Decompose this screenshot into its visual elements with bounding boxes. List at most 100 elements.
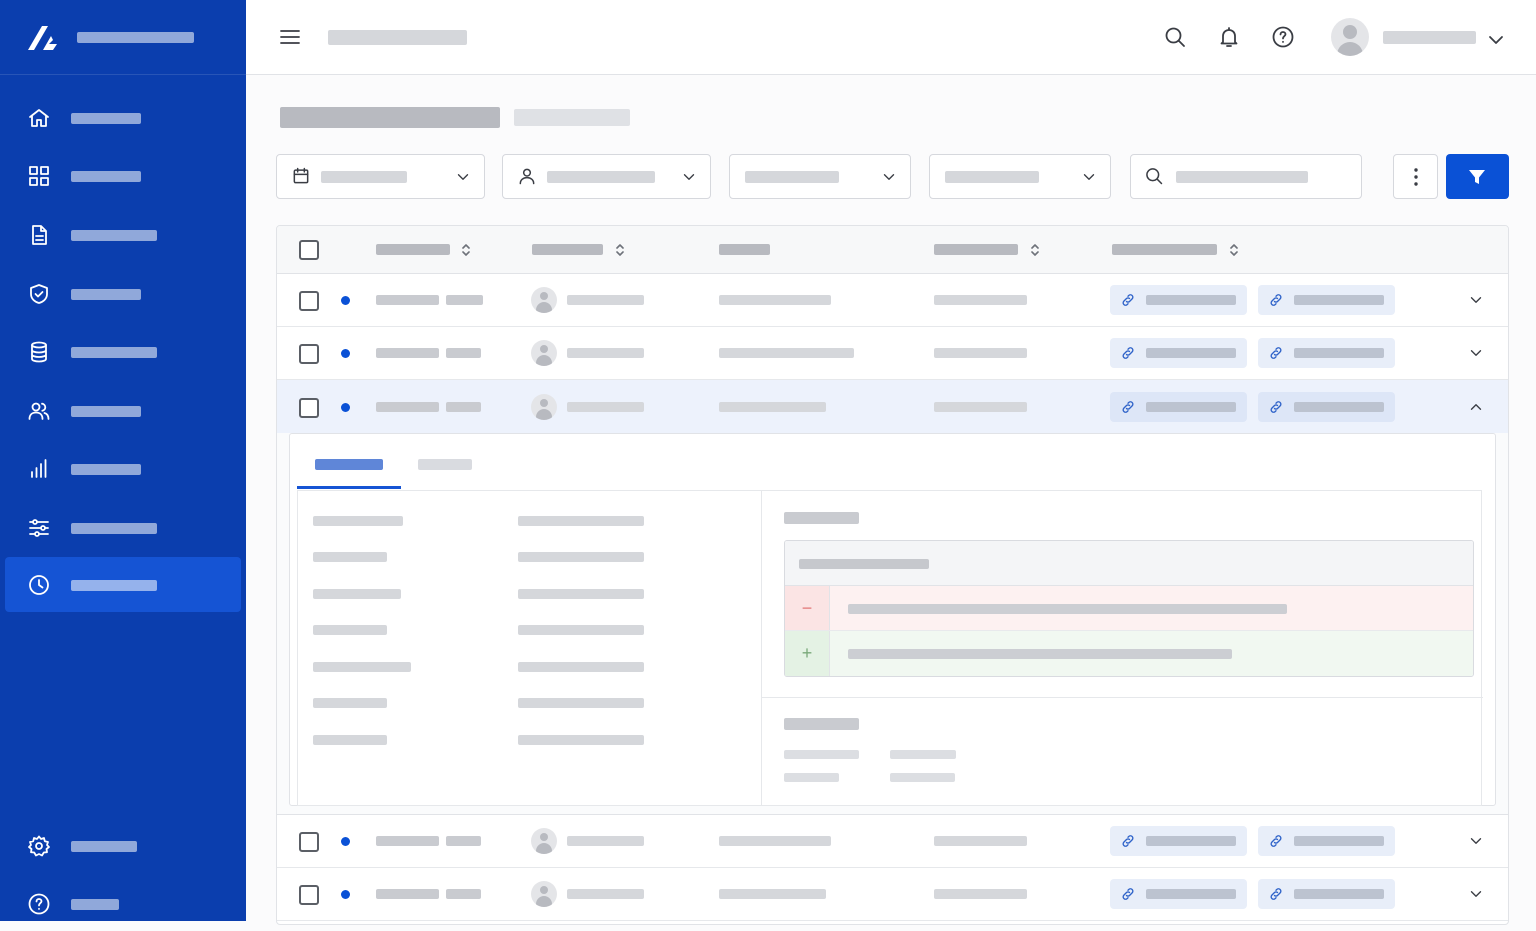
cell-placeholder bbox=[934, 889, 1027, 899]
status-filter-select[interactable] bbox=[929, 154, 1111, 199]
chevron-down-icon bbox=[680, 168, 698, 186]
detail-value bbox=[518, 589, 644, 599]
type-filter-select[interactable] bbox=[729, 154, 911, 199]
filter-icon bbox=[1467, 167, 1487, 187]
sidebar-item-dashboard[interactable] bbox=[5, 148, 241, 203]
link-icon bbox=[1119, 291, 1137, 309]
chevron-down-icon[interactable] bbox=[1484, 28, 1503, 46]
sidebar-item-settings-filters[interactable] bbox=[5, 500, 241, 555]
link-icon bbox=[1267, 398, 1285, 416]
table-row[interactable] bbox=[277, 327, 1508, 380]
avatar bbox=[531, 394, 557, 420]
sidebar-item-label bbox=[71, 464, 141, 475]
row-checkbox[interactable] bbox=[299, 344, 319, 364]
tab-secondary[interactable] bbox=[418, 459, 472, 470]
table-row-expanded[interactable] bbox=[277, 380, 1508, 433]
filter-button[interactable] bbox=[1446, 154, 1509, 199]
column-header[interactable] bbox=[934, 244, 1018, 255]
column-header[interactable] bbox=[376, 244, 450, 255]
sort-icon[interactable] bbox=[1030, 242, 1040, 258]
date-filter-select[interactable] bbox=[276, 154, 485, 199]
search-icon[interactable] bbox=[1163, 25, 1187, 49]
link-chip[interactable] bbox=[1110, 285, 1247, 315]
users-icon bbox=[27, 399, 51, 423]
chevron-down-icon[interactable] bbox=[1467, 832, 1485, 850]
select-all-checkbox[interactable] bbox=[299, 240, 319, 260]
cell-placeholder bbox=[446, 836, 481, 846]
help-circle-icon[interactable] bbox=[1271, 25, 1295, 49]
row-checkbox[interactable] bbox=[299, 291, 319, 311]
avatar bbox=[531, 828, 557, 854]
chevron-down-icon[interactable] bbox=[1467, 291, 1485, 309]
cell-placeholder bbox=[719, 836, 831, 846]
cell-placeholder bbox=[567, 348, 644, 358]
link-chip[interactable] bbox=[1258, 826, 1395, 856]
column-header[interactable] bbox=[532, 244, 603, 255]
detail-content: − + bbox=[297, 490, 1483, 806]
link-chip[interactable] bbox=[1258, 338, 1395, 368]
cell-placeholder bbox=[376, 348, 439, 358]
select-placeholder bbox=[321, 171, 407, 183]
table-row[interactable] bbox=[277, 868, 1508, 921]
link-chip[interactable] bbox=[1258, 392, 1395, 422]
section-heading bbox=[784, 512, 859, 524]
sidebar-item-label bbox=[71, 289, 141, 300]
section-heading bbox=[784, 718, 859, 730]
menu-icon[interactable] bbox=[278, 25, 302, 49]
diff-line-placeholder bbox=[848, 649, 1232, 659]
sidebar-item-history[interactable] bbox=[5, 557, 241, 612]
sidebar-item-help[interactable] bbox=[5, 876, 241, 931]
sidebar-item-label bbox=[71, 113, 141, 124]
chevron-down-icon[interactable] bbox=[1467, 885, 1485, 903]
column-header[interactable] bbox=[1112, 244, 1217, 255]
sidebar-item-users[interactable] bbox=[5, 383, 241, 438]
chevron-up-icon[interactable] bbox=[1467, 398, 1485, 416]
search-input[interactable] bbox=[1130, 154, 1362, 199]
table-row[interactable] bbox=[277, 274, 1508, 327]
detail-value bbox=[518, 698, 644, 708]
more-options-button[interactable] bbox=[1393, 154, 1438, 199]
sidebar-item-label bbox=[71, 580, 157, 591]
sidebar-item-analytics[interactable] bbox=[5, 441, 241, 496]
meta-value bbox=[890, 773, 955, 782]
bar-chart-icon bbox=[27, 457, 51, 481]
link-chip[interactable] bbox=[1110, 879, 1247, 909]
clock-icon bbox=[27, 573, 51, 597]
link-chip[interactable] bbox=[1110, 338, 1247, 368]
avatar[interactable] bbox=[1331, 18, 1369, 56]
help-circle-icon bbox=[27, 892, 51, 916]
row-checkbox[interactable] bbox=[299, 398, 319, 418]
diff-view: − + bbox=[784, 540, 1474, 677]
sidebar-item-label bbox=[71, 899, 119, 910]
link-chip[interactable] bbox=[1258, 879, 1395, 909]
table-header bbox=[277, 226, 1508, 274]
sidebar-item-security[interactable] bbox=[5, 266, 241, 321]
tab-details[interactable] bbox=[315, 459, 383, 470]
sidebar-item-settings[interactable] bbox=[5, 818, 241, 873]
sidebar-item-home[interactable] bbox=[5, 90, 241, 145]
search-icon bbox=[1144, 166, 1164, 186]
search-placeholder bbox=[1176, 171, 1308, 183]
brand-name-placeholder bbox=[77, 32, 194, 43]
table-row[interactable] bbox=[277, 815, 1508, 868]
sort-icon[interactable] bbox=[461, 242, 471, 258]
sidebar-item-data[interactable] bbox=[5, 324, 241, 379]
chevron-down-icon[interactable] bbox=[1467, 344, 1485, 362]
user-filter-select[interactable] bbox=[502, 154, 711, 199]
row-checkbox[interactable] bbox=[299, 885, 319, 905]
sidebar-item-label bbox=[71, 171, 141, 182]
row-checkbox[interactable] bbox=[299, 832, 319, 852]
sidebar-item-label bbox=[71, 230, 157, 241]
sort-icon[interactable] bbox=[1229, 242, 1239, 258]
cell-placeholder bbox=[934, 348, 1027, 358]
link-chip[interactable] bbox=[1110, 826, 1247, 856]
sort-icon[interactable] bbox=[615, 242, 625, 258]
link-chip[interactable] bbox=[1110, 392, 1247, 422]
sidebar-brand[interactable] bbox=[0, 0, 246, 75]
bell-icon[interactable] bbox=[1217, 25, 1241, 49]
link-icon bbox=[1267, 344, 1285, 362]
link-chip[interactable] bbox=[1258, 285, 1395, 315]
sidebar-item-documents[interactable] bbox=[5, 207, 241, 262]
detail-value bbox=[518, 552, 644, 562]
divider bbox=[761, 491, 762, 805]
